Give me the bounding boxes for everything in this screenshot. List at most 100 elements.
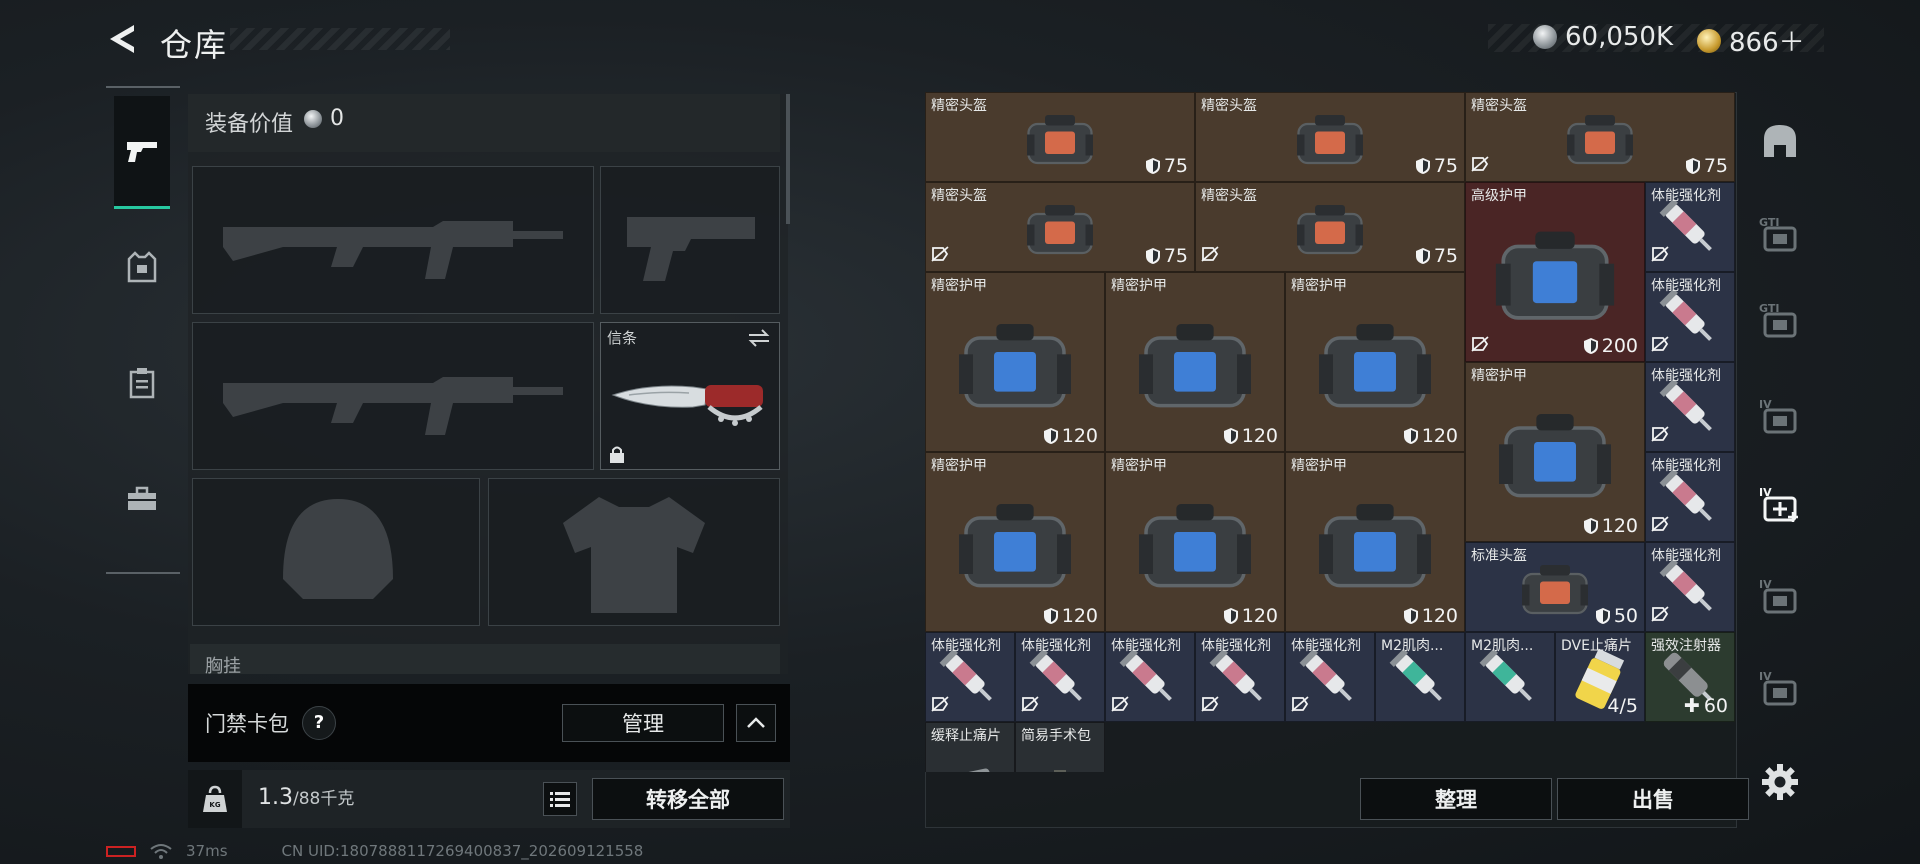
stash-item[interactable]: 精密护甲 120: [925, 272, 1105, 452]
helmet-slot[interactable]: [192, 478, 480, 626]
stash-item[interactable]: 体能强化剂: [1195, 632, 1285, 722]
armor-bag-icon: [1319, 503, 1431, 587]
stash-item[interactable]: 体能强化剂: [1645, 542, 1735, 632]
manage-button[interactable]: 管理: [562, 704, 724, 742]
item-name: M2肌肉...: [1381, 638, 1444, 654]
stash-item[interactable]: 体能强化剂: [1285, 632, 1375, 722]
item-durability-value: 120: [1241, 605, 1278, 627]
item-name: 体能强化剂: [1651, 188, 1721, 204]
category-iv-injector-icon[interactable]: IV: [1752, 566, 1808, 626]
helmet-bag-icon: [1297, 204, 1363, 254]
category-gti-rig-icon[interactable]: GTI: [1752, 204, 1808, 264]
stash-item[interactable]: 精密护甲 120: [925, 452, 1105, 632]
helmet-bag-icon: [1297, 114, 1363, 164]
item-name: 精密护甲: [1291, 278, 1347, 294]
durability-shield-icon: [1223, 428, 1238, 444]
surgery-kit-icon: [1054, 770, 1066, 772]
item-name: 缓释止痛片: [931, 728, 1001, 744]
stash-item[interactable]: 精密护甲 120: [1105, 272, 1285, 452]
armor-bag-icon: [959, 503, 1071, 587]
lock-icon: [610, 446, 624, 463]
category-iv-medkit-icon[interactable]: IV: [1752, 474, 1808, 534]
stash-item[interactable]: 体能强化剂: [1105, 632, 1195, 722]
durability-shield-icon: [1145, 158, 1160, 174]
category-helmet-category-icon[interactable]: [1752, 112, 1808, 172]
durability-shield-icon: [1583, 338, 1598, 354]
stash-item[interactable]: 精密护甲 120: [1105, 452, 1285, 632]
sell-button[interactable]: 出售: [1557, 778, 1749, 820]
sort-button[interactable]: 整理: [1360, 778, 1552, 820]
chest-rig-row[interactable]: [190, 644, 780, 674]
primary-weapon-slot-2[interactable]: [192, 322, 594, 470]
unmarked-badge: [1651, 516, 1669, 536]
stash-item[interactable]: 高级护甲 200: [1465, 182, 1645, 362]
stash-item[interactable]: 体能强化剂: [1645, 362, 1735, 452]
stash-item[interactable]: 体能强化剂: [1645, 452, 1735, 542]
help-button[interactable]: ?: [302, 706, 336, 740]
sidearm-slot[interactable]: [600, 166, 780, 314]
unmarked-tag-icon: [1651, 426, 1669, 442]
unmarked-badge: [1471, 156, 1489, 176]
collapse-button[interactable]: [736, 704, 776, 742]
tab-supplies[interactable]: [114, 444, 170, 554]
stash-item[interactable]: 精密头盔 75: [925, 182, 1195, 272]
page-title: 仓库: [160, 26, 229, 64]
primary-weapon-slot-1[interactable]: [192, 166, 594, 314]
stash-item[interactable]: M2肌肉...: [1375, 632, 1465, 722]
iv-tool-icon: IV: [1759, 670, 1797, 706]
unmarked-badge: [1201, 696, 1219, 716]
item-name: 体能强化剂: [1291, 638, 1361, 654]
item-durability: 120: [1223, 605, 1278, 627]
item-durability-value: 60: [1703, 695, 1728, 717]
item-durability-value: 75: [1703, 155, 1728, 177]
body-armor-slot[interactable]: [488, 478, 780, 626]
battery-icon: [106, 845, 136, 857]
iv-medkit-icon: IV: [1759, 486, 1798, 522]
item-durability-value: 120: [1601, 515, 1638, 537]
gold-currency[interactable]: 866＋: [1697, 22, 1805, 59]
stash-item[interactable]: 精密头盔 75: [1465, 92, 1735, 182]
gold-amount: 866＋: [1729, 28, 1805, 58]
stash-item[interactable]: 精密护甲 120: [1285, 272, 1465, 452]
stash-item[interactable]: 强效注射器 ✚ 60: [1645, 632, 1735, 722]
stash-item[interactable]: DVE止痛片 4/5: [1555, 632, 1645, 722]
stash-item[interactable]: 精密护甲 120: [1465, 362, 1645, 542]
stash-item[interactable]: 体能强化剂: [1645, 182, 1735, 272]
tab-backpack[interactable]: [114, 328, 170, 438]
item-name: 精密护甲: [931, 278, 987, 294]
helmet-bag-icon: [1027, 114, 1093, 164]
stash-item[interactable]: 精密头盔 75: [925, 92, 1195, 182]
back-arrow-icon[interactable]: [106, 22, 140, 56]
stash-item[interactable]: 体能强化剂: [1015, 632, 1105, 722]
stash-item[interactable]: 体能强化剂: [1645, 272, 1735, 362]
item-durability: 120: [1223, 425, 1278, 447]
transfer-all-button[interactable]: 转移全部: [592, 778, 784, 820]
stash-item[interactable]: 精密头盔 75: [1195, 92, 1465, 182]
helmet-bag-icon: [1027, 204, 1093, 254]
category-iv-tool-icon[interactable]: IV: [1752, 658, 1808, 718]
unmarked-badge: [1201, 246, 1219, 266]
list-view-button[interactable]: [543, 782, 577, 816]
title-decoration: [230, 28, 450, 50]
swap-icon[interactable]: [747, 329, 771, 347]
user-uid: CN UID:1807888117269400837_202609121558: [281, 842, 644, 860]
chest-rig-label: 胸挂: [205, 656, 241, 677]
stash-item[interactable]: 简易手术包: [1015, 722, 1105, 772]
loadout-scrollbar[interactable]: [786, 94, 790, 224]
stash-item[interactable]: 标准头盔 50: [1465, 542, 1645, 632]
stash-item[interactable]: 精密头盔 75: [1195, 182, 1465, 272]
item-name: M2肌肉...: [1471, 638, 1534, 654]
stash-item[interactable]: 缓释止痛片: [925, 722, 1015, 772]
category-iv-backpack-icon[interactable]: IV: [1752, 386, 1808, 446]
equipment-value: 0: [330, 106, 344, 131]
category-gti-armor-icon[interactable]: GTI: [1752, 290, 1808, 350]
stash-item[interactable]: M2肌肉...: [1465, 632, 1555, 722]
settings-gear-icon[interactable]: [1760, 762, 1800, 802]
melee-slot[interactable]: 信条: [600, 322, 780, 470]
tab-weapons[interactable]: [114, 96, 170, 209]
stash-item[interactable]: 精密护甲 120: [1285, 452, 1465, 632]
tab-armor[interactable]: [114, 212, 170, 322]
stash-item[interactable]: 体能强化剂: [925, 632, 1015, 722]
durability-shield-icon: [1415, 248, 1430, 264]
durability-shield-icon: [1583, 518, 1598, 534]
